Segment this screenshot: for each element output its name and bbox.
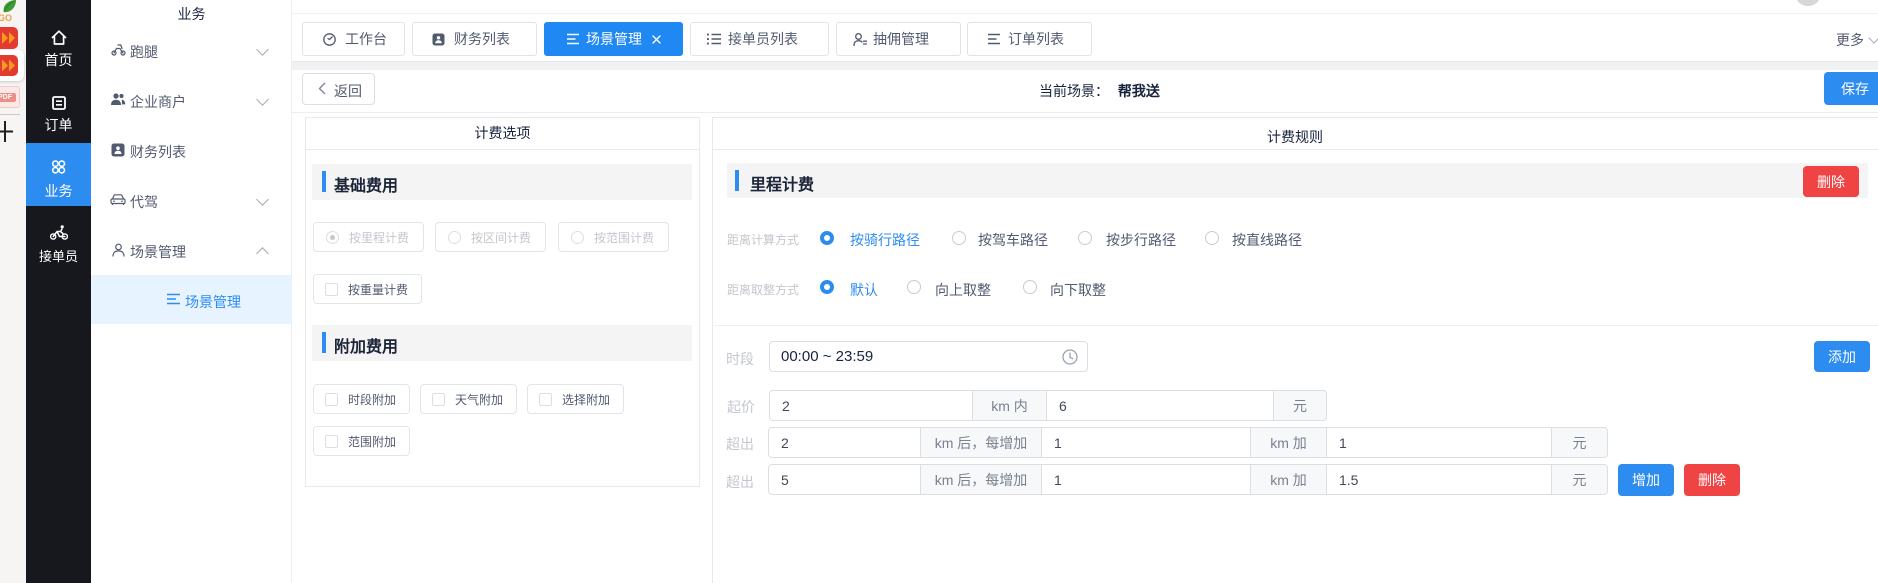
svg-text:GO: GO [0,13,12,23]
